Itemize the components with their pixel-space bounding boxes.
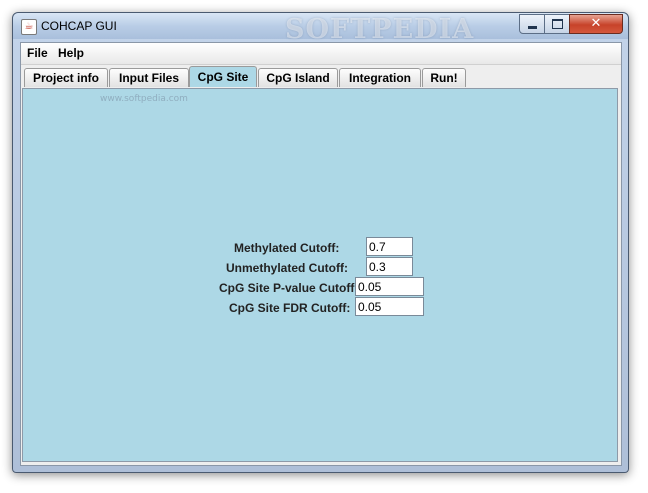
methylated-cutoff-label: Methylated Cutoff: (234, 241, 340, 255)
pvalue-cutoff-field[interactable]: 0.05 (355, 277, 424, 296)
tab-strip: Project info Input Files CpG Site CpG Is… (21, 65, 621, 89)
menu-file[interactable]: File (27, 46, 48, 60)
pvalue-cutoff-label: CpG Site P-value Cutoff: (219, 281, 359, 295)
tab-integration[interactable]: Integration (339, 68, 421, 87)
tab-cpg-island[interactable]: CpG Island (258, 68, 338, 87)
title-bar[interactable]: ☕ COHCAP GUI SOFTPEDIA ✕ (13, 13, 628, 45)
softpedia-watermark: SOFTPEDIA (285, 14, 475, 45)
maximize-icon (551, 19, 563, 29)
java-app-icon[interactable]: ☕ (21, 19, 37, 35)
maximize-button[interactable] (544, 14, 570, 34)
unmethylated-cutoff-field[interactable]: 0.3 (366, 257, 413, 276)
app-window: ☕ COHCAP GUI SOFTPEDIA ✕ File Help Proje… (12, 12, 629, 473)
tab-project-info[interactable]: Project info (24, 68, 108, 87)
close-icon: ✕ (590, 16, 602, 31)
menu-bar: File Help (21, 43, 621, 65)
methylated-cutoff-field[interactable]: 0.7 (366, 237, 413, 256)
fdr-cutoff-label: CpG Site FDR Cutoff: (229, 301, 351, 315)
softpedia-url-watermark: www.softpedia.com (100, 94, 188, 104)
cpg-site-panel: www.softpedia.com Methylated Cutoff: 0.7… (22, 88, 618, 462)
close-button[interactable]: ✕ (569, 14, 623, 34)
client-area: File Help Project info Input Files CpG S… (20, 42, 622, 466)
unmethylated-cutoff-label: Unmethylated Cutoff: (226, 261, 348, 275)
tab-input-files[interactable]: Input Files (109, 68, 189, 87)
tab-cpg-site[interactable]: CpG Site (189, 66, 257, 87)
menu-help[interactable]: Help (58, 46, 84, 60)
tab-run[interactable]: Run! (422, 68, 466, 87)
minimize-icon (527, 25, 537, 29)
minimize-button[interactable] (519, 14, 545, 34)
fdr-cutoff-field[interactable]: 0.05 (355, 297, 424, 316)
window-title: COHCAP GUI (41, 19, 117, 33)
